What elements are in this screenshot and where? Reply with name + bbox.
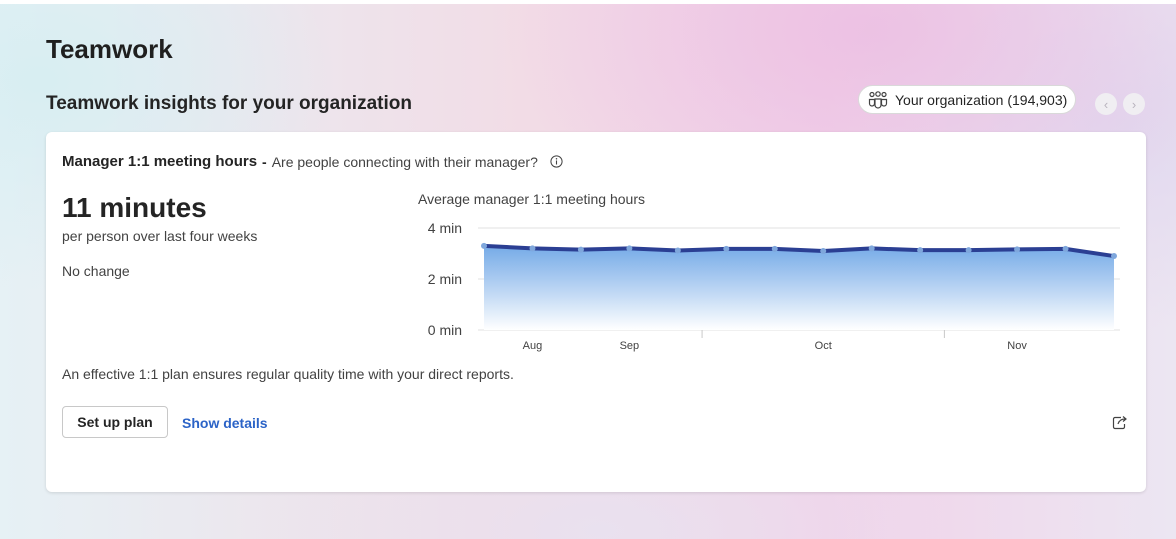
card-header: Manager 1:1 meeting hours - Are people c… xyxy=(62,153,563,170)
y-tick-label: 0 min xyxy=(428,322,462,338)
x-tick-label: Oct xyxy=(815,340,832,352)
set-up-plan-button[interactable]: Set up plan xyxy=(62,406,168,438)
data-point xyxy=(481,242,487,249)
metric-value: 11 minutes xyxy=(62,192,207,223)
chart-title: Average manager 1:1 meeting hours xyxy=(418,191,645,207)
data-point xyxy=(771,245,778,252)
organization-selector[interactable]: Your organization (194,903) xyxy=(858,85,1076,114)
insight-card: Manager 1:1 meeting hours - Are people c… xyxy=(46,132,1146,492)
metric-value-description: per person over last four weeks xyxy=(62,228,258,244)
data-point xyxy=(1014,246,1021,253)
data-point xyxy=(1062,245,1069,252)
chevron-right-icon: › xyxy=(1131,96,1137,112)
change-indicator: No change xyxy=(62,263,130,279)
data-point xyxy=(1111,253,1117,260)
recommendation-text: An effective 1:1 plan ensures regular qu… xyxy=(62,366,514,382)
data-point xyxy=(577,246,584,253)
chevron-left-icon: ‹ xyxy=(1103,96,1109,112)
share-icon[interactable] xyxy=(1112,414,1128,435)
data-point xyxy=(965,247,972,254)
top-strip xyxy=(0,0,1176,4)
people-group-icon xyxy=(868,90,888,109)
line-area-chart: 4 min 2 min 0 min Aug Sep Oct Nov xyxy=(428,220,1120,352)
previous-button[interactable]: ‹ xyxy=(1095,93,1117,115)
header-separator: - xyxy=(262,153,267,170)
area-fill xyxy=(484,245,1114,330)
show-details-link[interactable]: Show details xyxy=(182,415,268,431)
metric-question: Are people connecting with their manager… xyxy=(271,153,538,170)
x-tick-label: Sep xyxy=(620,340,640,352)
next-button[interactable]: › xyxy=(1123,93,1145,115)
data-point xyxy=(529,245,536,252)
y-tick-label: 2 min xyxy=(428,271,462,287)
section-title: Teamwork insights for your organization xyxy=(46,93,412,114)
organization-selector-label: Your organization (194,903) xyxy=(895,91,1068,108)
x-tick-label: Nov xyxy=(1007,340,1027,352)
y-tick-label: 4 min xyxy=(428,220,462,236)
data-point xyxy=(868,245,875,252)
data-point xyxy=(723,245,730,252)
info-icon[interactable] xyxy=(550,155,563,168)
data-point xyxy=(820,247,827,254)
metric-name: Manager 1:1 meeting hours xyxy=(62,153,258,170)
x-tick-label: Aug xyxy=(523,340,543,352)
data-point xyxy=(917,247,924,254)
data-point xyxy=(626,245,633,252)
data-point xyxy=(674,247,681,254)
page-title: Teamwork xyxy=(46,34,173,64)
